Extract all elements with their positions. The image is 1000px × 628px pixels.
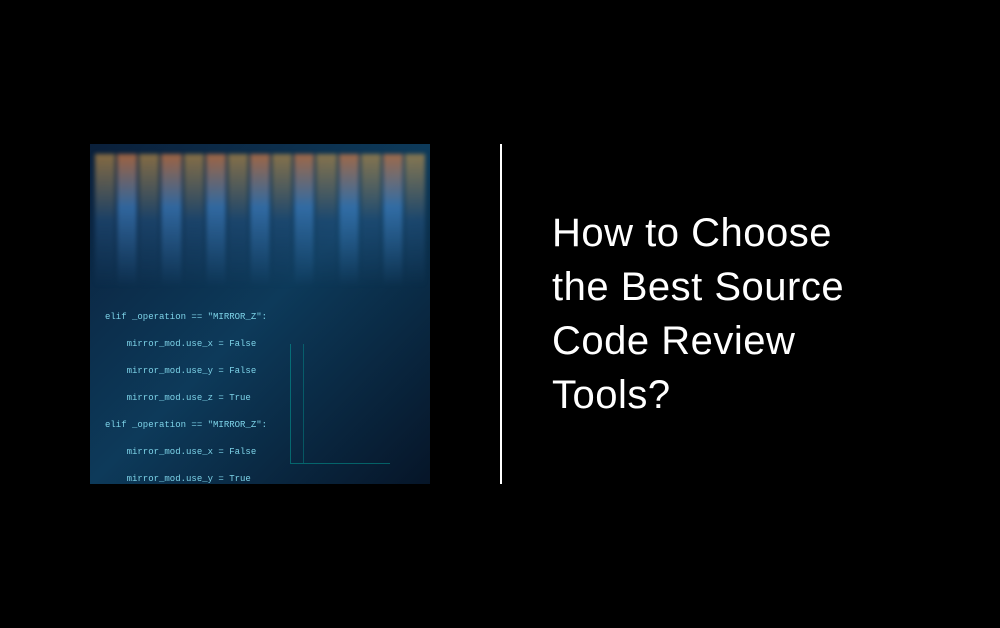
article-title: How to Choose the Best Source Code Revie… [552,206,900,422]
vertical-divider [500,144,502,484]
code-line: mirror_mod.use_x = False [105,338,425,352]
text-section: How to Choose the Best Source Code Revie… [552,206,940,422]
banner-container: elif _operation == "MIRROR_Z": mirror_mo… [0,0,1000,628]
code-line: elif _operation == "MIRROR_Z": [105,419,425,433]
code-line: mirror_mod.use_y = False [105,365,425,379]
code-line: mirror_mod.use_y = True [105,473,425,485]
code-image: elif _operation == "MIRROR_Z": mirror_mo… [90,144,430,484]
code-snippet: elif _operation == "MIRROR_Z": mirror_mo… [105,297,425,484]
decorative-bars [90,144,430,297]
code-line: mirror_mod.use_z = True [105,392,425,406]
code-line: mirror_mod.use_x = False [105,446,425,460]
code-line: elif _operation == "MIRROR_Z": [105,311,425,325]
